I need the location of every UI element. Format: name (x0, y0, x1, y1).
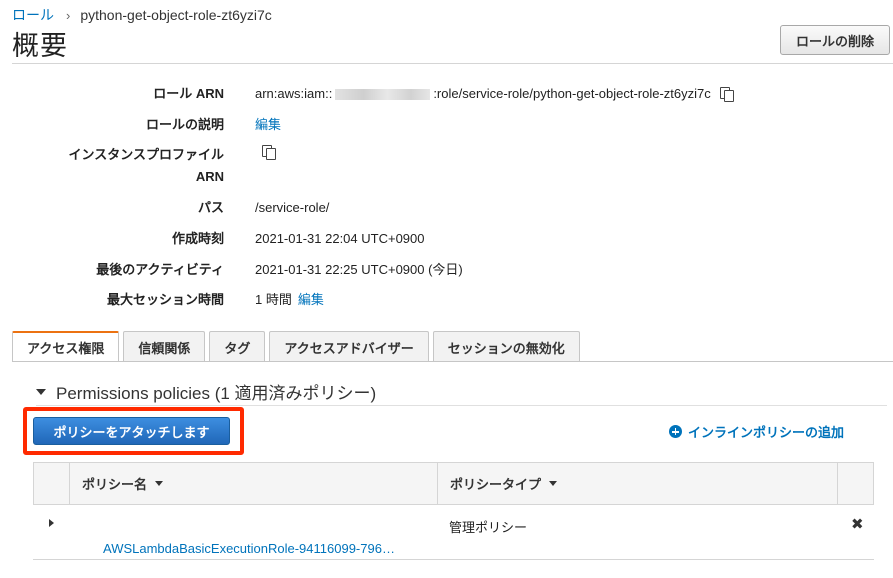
copy-icon[interactable] (261, 144, 277, 160)
tab-trust-relationships[interactable]: 信頼関係 (123, 331, 206, 362)
path-label: パス (197, 200, 224, 215)
plus-circle-icon (669, 425, 682, 438)
table-header: ポリシー名 ポリシータイプ (33, 462, 874, 505)
policy-type-header-label: ポリシータイプ (450, 477, 542, 492)
breadcrumb-roles-link[interactable]: ロール (12, 5, 54, 25)
permissions-section-title: Permissions policies (1 適用済みポリシー) (56, 384, 377, 403)
policy-name-column-header[interactable]: ポリシー名 (70, 463, 438, 504)
permissions-section-toggle[interactable]: Permissions policies (1 適用済みポリシー) (36, 379, 376, 404)
breadcrumb: ロール › python-get-object-role-zt6yzi7c (12, 5, 272, 25)
role-arn-prefix: arn:aws:iam:: (255, 86, 333, 101)
policy-name-header-label: ポリシー名 (82, 477, 148, 492)
role-arn-value: arn:aws:iam:: :role/service-role/python-… (255, 83, 735, 105)
created-value: 2021-01-31 22:04 UTC+0900 (255, 231, 425, 246)
expand-row-icon[interactable] (49, 519, 54, 527)
policy-table: ポリシー名 ポリシータイプ AWSLambdaBasicExecutionRol… (33, 462, 874, 560)
table-row: AWSLambdaBasicExecutionRole-94116099-796… (33, 505, 874, 560)
tab-divider (12, 361, 893, 362)
masked-account-id (335, 88, 431, 100)
title-divider (12, 63, 893, 64)
breadcrumb-separator: › (66, 7, 71, 23)
description-value: 編集 (255, 114, 281, 136)
description-label: ロールの説明 (145, 117, 224, 132)
breadcrumb-current: python-get-object-role-zt6yzi7c (80, 7, 272, 23)
sort-caret-icon (155, 481, 164, 486)
instance-profile-label: インスタンスプロファイル ARN (69, 144, 224, 188)
attach-policy-button[interactable]: ポリシーをアタッチします (33, 417, 230, 445)
policy-type-value: 管理ポリシー (449, 520, 528, 535)
caret-down-icon (36, 388, 46, 395)
policy-name-link[interactable]: AWSLambdaBasicExecutionRole-94116099-796… (103, 541, 395, 556)
last-activity-label: 最後のアクティビティ (96, 262, 224, 277)
policy-type-column-header[interactable]: ポリシータイプ (438, 463, 838, 504)
page-title: 概要 (12, 31, 68, 61)
tab-tags[interactable]: タグ (209, 331, 266, 362)
copy-icon[interactable] (719, 86, 735, 102)
edit-max-session-link[interactable]: 編集 (298, 289, 324, 311)
created-label: 作成時刻 (171, 231, 224, 246)
role-tabs: アクセス権限 信頼関係 タグ アクセスアドバイザー セッションの無効化 (12, 331, 580, 362)
remove-policy-icon[interactable]: ✖ (851, 517, 864, 532)
last-activity-value: 2021-01-31 22:25 UTC+0900 (今日) (255, 262, 463, 277)
delete-role-button[interactable]: ロールの削除 (780, 25, 890, 55)
max-session-duration: 1 時間 (255, 292, 292, 307)
add-inline-policy-label: インラインポリシーの追加 (688, 425, 845, 440)
section-divider (36, 405, 887, 406)
instance-profile-label-line2: ARN (195, 169, 224, 184)
expander-column-header (34, 463, 70, 504)
max-session-value: 1 時間 編集 (255, 289, 324, 311)
max-session-label: 最大セッション時間 (106, 292, 224, 307)
instance-profile-label-line1: インスタンスプロファイル (68, 147, 224, 162)
tab-revoke-sessions[interactable]: セッションの無効化 (432, 331, 580, 362)
actions-column-header (838, 463, 873, 504)
path-value: /service-role/ (255, 200, 330, 215)
tab-permissions[interactable]: アクセス権限 (12, 331, 120, 362)
add-inline-policy-link[interactable]: インラインポリシーの追加 (669, 422, 844, 441)
instance-profile-value (253, 144, 277, 160)
role-arn-suffix: :role/service-role/python-get-object-rol… (433, 86, 711, 101)
role-arn-label: ロール ARN (153, 86, 224, 101)
sort-caret-icon (549, 481, 558, 486)
tab-access-advisor[interactable]: アクセスアドバイザー (269, 331, 429, 362)
edit-description-link[interactable]: 編集 (255, 114, 281, 136)
